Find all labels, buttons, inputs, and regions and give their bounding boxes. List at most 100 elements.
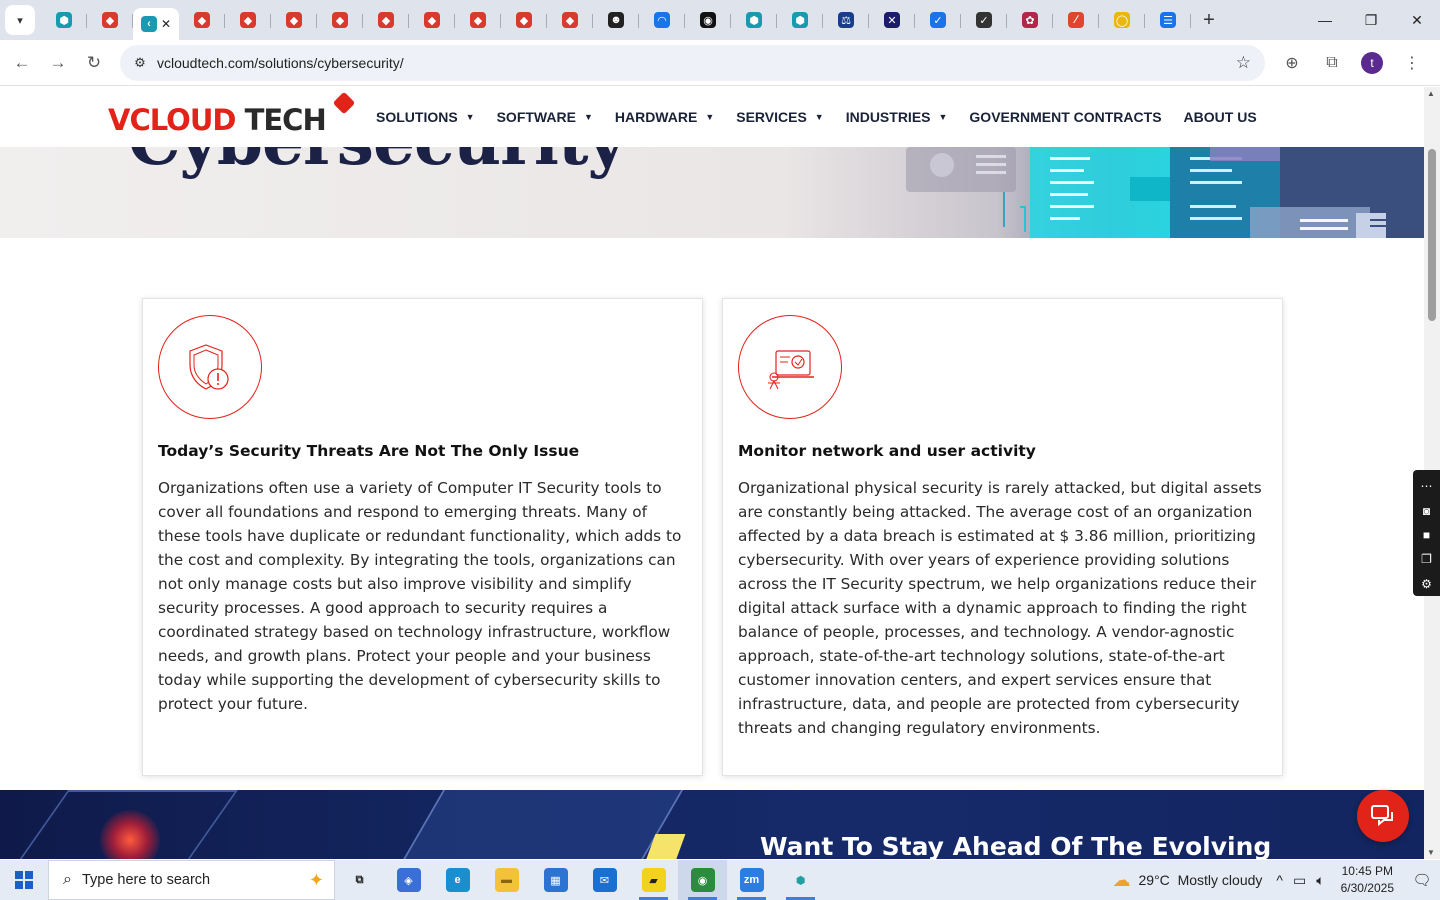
chat-button[interactable] (1357, 790, 1409, 842)
shield-alert-icon (158, 315, 262, 419)
extensions-icon[interactable]: ⧉ (1312, 54, 1352, 72)
taskbar-app-mail[interactable]: ✉ (580, 860, 629, 900)
scrollbar-thumb[interactable] (1428, 149, 1436, 321)
tab-favicon-icon: ◠ (654, 12, 670, 28)
notification-center-button[interactable]: 🗨︎ (1404, 860, 1440, 900)
show-hidden-icons-icon[interactable]: ^ (1276, 872, 1283, 888)
clock[interactable]: 10:45 PM 6/30/2025 (1341, 863, 1394, 897)
nav-item-about-us[interactable]: ABOUT US (1184, 109, 1257, 125)
new-tab-button[interactable]: + (1195, 6, 1223, 34)
tab-18[interactable]: ⚖ (823, 4, 869, 36)
minimize-button[interactable]: — (1302, 0, 1348, 40)
logo-v: V (108, 103, 130, 137)
close-window-button[interactable]: ✕ (1394, 0, 1440, 40)
profile-avatar[interactable]: t (1361, 52, 1383, 74)
tab-favicon-icon: ⚖ (838, 12, 854, 28)
nav-item-software[interactable]: SOFTWARE ▼ (497, 109, 593, 125)
tab-12[interactable]: ◆ (547, 4, 593, 36)
tab-favicon-icon: ⬢ (746, 12, 762, 28)
search-highlight-icon[interactable]: ✦ (309, 870, 324, 891)
tab-23[interactable]: ∕ (1053, 4, 1099, 36)
scroll-up-arrow-icon[interactable]: ▲ (1427, 89, 1435, 98)
taskbar-app-chrome[interactable]: ◉ (678, 860, 727, 900)
tab-1[interactable]: ⬢ (41, 4, 87, 36)
tab-2[interactable]: ◆ (87, 4, 133, 36)
tab-4[interactable]: ◆ (179, 4, 225, 36)
video-icon[interactable]: ■ (1413, 523, 1440, 547)
tab-22[interactable]: ✿ (1007, 4, 1053, 36)
hero-banner: Cybersecurity (0, 147, 1424, 238)
site-info-icon[interactable]: ⚙ (126, 55, 154, 71)
camera-icon[interactable]: ◙ (1413, 498, 1440, 522)
tab-13[interactable]: ☻ (593, 4, 639, 36)
tab-favicon-icon: ∕ (1068, 12, 1084, 28)
taskbar-app-file-explorer[interactable]: ▬ (482, 860, 531, 900)
widget-more-icon[interactable]: ⋯ (1413, 474, 1440, 498)
tab-favicon-icon: ◆ (102, 12, 118, 28)
tab-6[interactable]: ◆ (271, 4, 317, 36)
tab-favicon-icon: ◆ (240, 12, 256, 28)
forward-button[interactable]: → (40, 45, 76, 81)
translate-icon[interactable]: ⊕ (1272, 53, 1312, 73)
tab-favicon-icon: ◆ (286, 12, 302, 28)
tab-11[interactable]: ◆ (501, 4, 547, 36)
mail-icon: ✉ (592, 868, 617, 892)
url-text[interactable]: vcloudtech.com/solutions/cybersecurity/ (157, 55, 404, 71)
site-header: VCLOUD TECH SOLUTIONS ▼ SOFTWARE ▼ HARDWARE ▼… (0, 87, 1424, 147)
taskbar-app-sticky-notes[interactable]: ▰ (629, 860, 678, 900)
weather-widget[interactable]: ☁ 29°C Mostly cloudy (1113, 870, 1263, 891)
gear-icon[interactable]: ⚙ (1413, 572, 1440, 596)
reload-button[interactable]: ↻ (76, 45, 112, 81)
tab-favicon-icon: ✿ (1022, 12, 1038, 28)
start-button[interactable] (0, 860, 48, 900)
taskbar-app-zoom[interactable]: zm (727, 860, 776, 900)
taskbar-app-edge[interactable]: e (433, 860, 482, 900)
tab-14[interactable]: ◠ (639, 4, 685, 36)
menu-kebab-icon[interactable]: ⋮ (1392, 53, 1432, 73)
network-icon[interactable]: ▭ (1293, 872, 1306, 889)
scroll-down-arrow-icon[interactable]: ▼ (1427, 848, 1435, 857)
tab-19[interactable]: ✕ (869, 4, 915, 36)
card-body: Organizations often use a variety of Com… (158, 479, 682, 713)
nav-item-services[interactable]: SERVICES ▼ (736, 109, 823, 125)
weather-desc: Mostly cloudy (1177, 872, 1263, 888)
tab-favicon-icon: ◉ (700, 12, 716, 28)
taskbar-app-microsoft-store[interactable]: ▦ (531, 860, 580, 900)
tab-8[interactable]: ◆ (363, 4, 409, 36)
volume-icon[interactable]: 🔈︎ (1316, 872, 1324, 889)
taskbar-app-copilot[interactable]: ◈ (384, 860, 433, 900)
bookmark-star-icon[interactable]: ☆ (1236, 53, 1251, 73)
tab-20[interactable]: ✓ (915, 4, 961, 36)
tab-7[interactable]: ◆ (317, 4, 363, 36)
nav-item-hardware[interactable]: HARDWARE ▼ (615, 109, 714, 125)
tab-9[interactable]: ◆ (409, 4, 455, 36)
close-tab-icon[interactable]: ✕ (161, 17, 171, 31)
laptop-monitor-icon (738, 315, 842, 419)
tab-16[interactable]: ⬢ (731, 4, 777, 36)
tab-25[interactable]: ☰ (1145, 4, 1191, 36)
taskbar-search[interactable]: ⌕ Type here to search ✦ (48, 860, 335, 900)
tab-5[interactable]: ◆ (225, 4, 271, 36)
vcloud-tech-logo[interactable]: VCLOUD TECH (108, 91, 358, 139)
taskbar-app-app-teal[interactable]: ⬢ (776, 860, 825, 900)
restore-button[interactable]: ❐ (1348, 0, 1394, 40)
tab-favicon-icon: ‹ (140, 16, 157, 32)
tab-search-button[interactable]: ▾ (5, 5, 35, 35)
nav-item-industries[interactable]: INDUSTRIES ▼ (846, 109, 948, 125)
tab-21[interactable]: ✓ (961, 4, 1007, 36)
taskbar-app-task-view[interactable]: ⧉ (335, 860, 384, 900)
nav-item-solutions[interactable]: SOLUTIONS ▼ (376, 109, 475, 125)
pinned-apps: ⧉ ◈ e ▬ ▦ ✉ ▰ ◉ zm ⬢ (335, 860, 825, 900)
nav-item-government-contracts[interactable]: GOVERNMENT CONTRACTS (969, 109, 1161, 125)
address-bar[interactable]: ⚙ vcloudtech.com/solutions/cybersecurity… (120, 45, 1265, 81)
window-capture-icon[interactable]: ❐ (1413, 547, 1440, 571)
back-button[interactable]: ← (4, 45, 40, 81)
tab-favicon-icon: ⬢ (792, 12, 808, 28)
tab-15[interactable]: ◉ (685, 4, 731, 36)
zoom-icon: zm (739, 868, 764, 892)
tab-10[interactable]: ◆ (455, 4, 501, 36)
tab-24[interactable]: ◯ (1099, 4, 1145, 36)
app-teal-icon: ⬢ (795, 874, 806, 887)
tab-17[interactable]: ⬢ (777, 4, 823, 36)
tab-active[interactable]: ‹ ✕ (133, 8, 179, 40)
